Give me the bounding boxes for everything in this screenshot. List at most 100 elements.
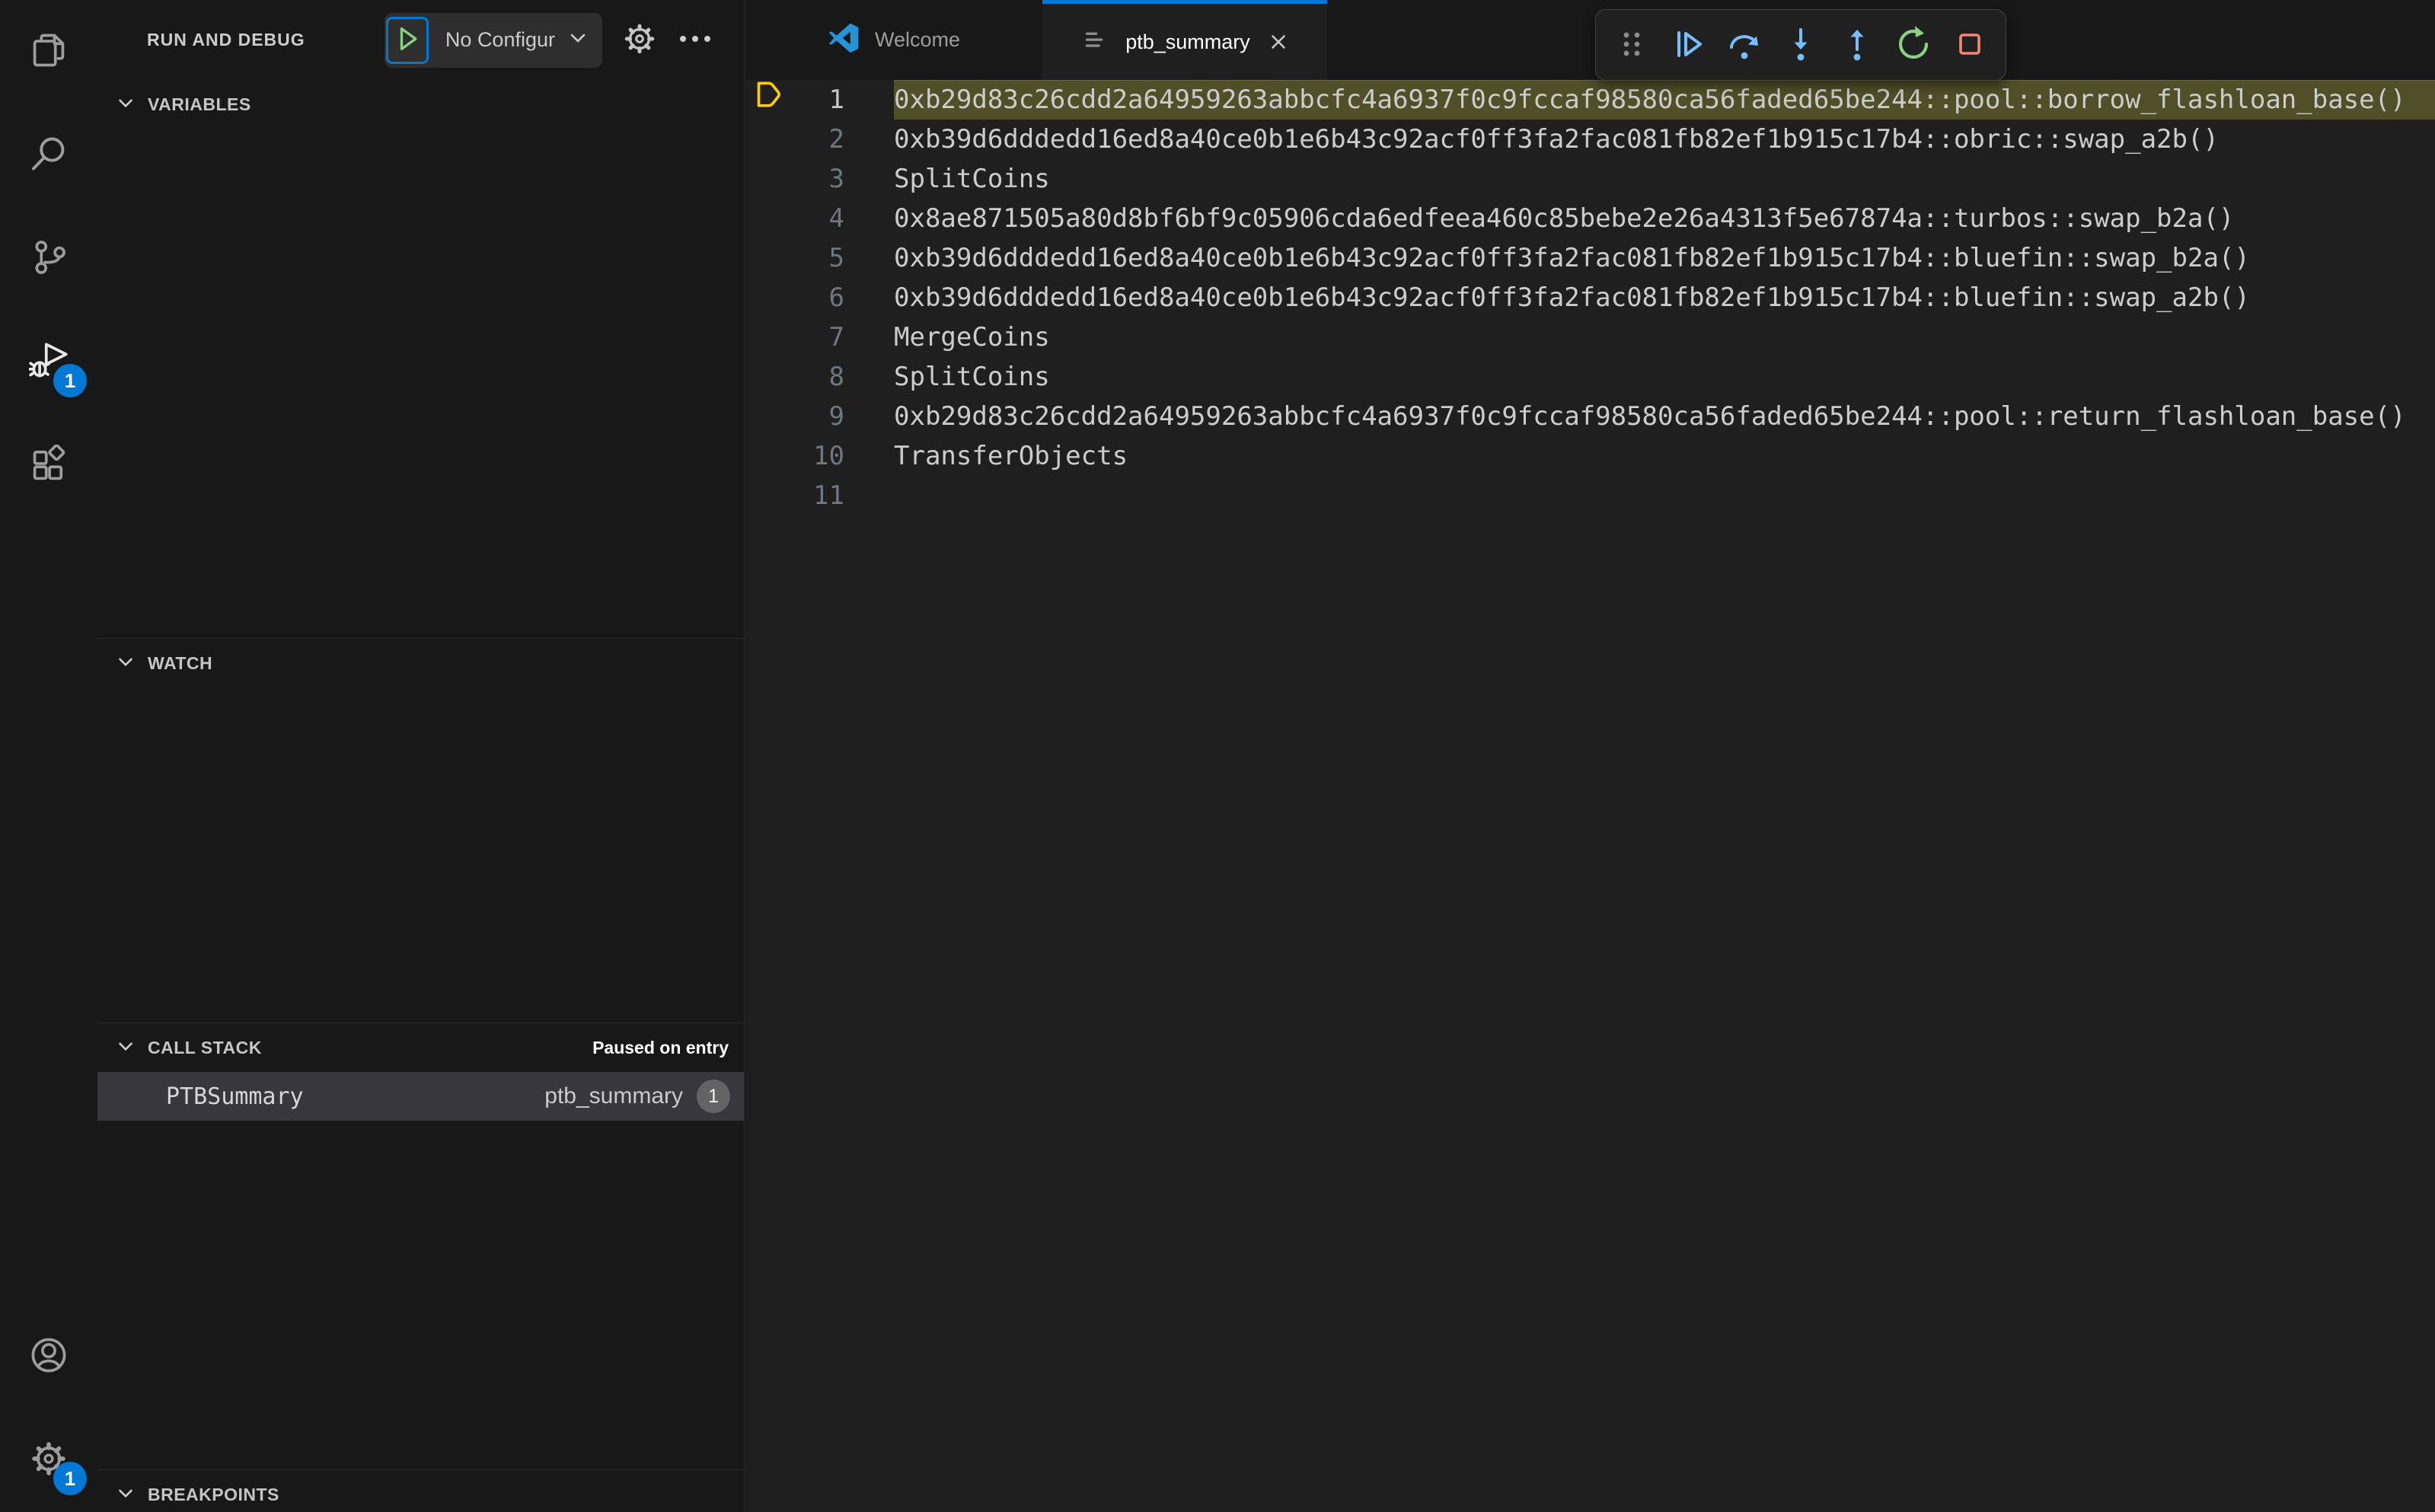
settings-button[interactable]: 1: [0, 1408, 97, 1512]
line-number: 5: [828, 243, 844, 273]
code-line-text: SplitCoins: [894, 362, 1050, 392]
accounts-button[interactable]: [0, 1305, 97, 1408]
line-number: 11: [813, 480, 844, 511]
gripper-icon: [1613, 26, 1650, 65]
code-lines-container: 1 0xb29d83c26cdd2a64959263abbcfc4a6937f0c…: [745, 80, 2435, 515]
extensions-icon: [29, 443, 69, 488]
watch-label: WATCH: [148, 652, 213, 673]
activity-bar-top: 1: [0, 0, 97, 518]
code-editor[interactable]: 1 0xb29d83c26cdd2a64959263abbcfc4a6937f0c…: [745, 80, 2435, 1512]
tab-label: ptb_summary: [1125, 30, 1250, 53]
line-number: 3: [828, 164, 844, 194]
debug-settings-gear-button[interactable]: [622, 21, 657, 59]
code-line[interactable]: 5 0xb39d6dddedd16ed8a40ce0b1e6b43c92acf0f…: [745, 238, 2435, 278]
call-stack-section: CALL STACK Paused on entry PTBSummary pt…: [97, 1022, 744, 1469]
code-line[interactable]: 10 TransferObjects: [745, 436, 2435, 476]
debug-badge: 1: [53, 364, 87, 397]
breakpoint-gutter[interactable]: [745, 80, 796, 120]
chevron-down-icon: [114, 91, 137, 118]
step-out-button[interactable]: [1838, 26, 1876, 64]
gutter-spacer: [844, 476, 894, 515]
call-stack-label: CALL STACK: [148, 1037, 262, 1057]
tab-ptb-summary[interactable]: ptb_summary: [1042, 0, 1327, 80]
debug-restart-icon: [1895, 25, 1932, 65]
debug-step-over-icon: [1726, 26, 1763, 65]
gutter-spacer: [844, 159, 894, 199]
paused-status-text: Paused on entry: [592, 1037, 729, 1057]
close-icon[interactable]: [1265, 29, 1291, 55]
debug-stop-icon: [1952, 26, 1988, 65]
line-number: 9: [828, 401, 844, 432]
gutter-spacer: [844, 317, 894, 357]
run-and-debug-sidebar: RUN AND DEBUG No Configur VARIABLES WATC…: [97, 0, 745, 1512]
watch-section-header[interactable]: WATCH: [97, 639, 744, 687]
vscode-logo-icon: [828, 22, 860, 58]
breakpoints-section-header[interactable]: BREAKPOINTS: [97, 1470, 744, 1512]
code-line-text: 0xb39d6dddedd16ed8a40ce0b1e6b43c92acf0ff…: [894, 282, 2250, 313]
code-line[interactable]: 3 SplitCoins: [745, 159, 2435, 199]
code-line[interactable]: 9 0xb29d83c26cdd2a64959263abbcfc4a6937f0c…: [745, 397, 2435, 436]
continue-button[interactable]: [1669, 26, 1707, 64]
debug-step-out-icon: [1839, 26, 1875, 65]
chevron-down-icon: [114, 650, 137, 677]
code-line[interactable]: 4 0x8ae871505a80d8bf6bf9c05906cda6edfeea4…: [745, 199, 2435, 238]
line-number: 4: [828, 203, 844, 234]
start-debug-button[interactable]: [385, 16, 429, 64]
frame-badge: 1: [697, 1080, 730, 1113]
frame-name: PTBSummary: [166, 1083, 304, 1110]
code-line[interactable]: 11: [745, 476, 2435, 515]
code-line[interactable]: 6 0xb39d6dddedd16ed8a40ce0b1e6b43c92acf0f…: [745, 278, 2435, 317]
gutter-spacer: [844, 120, 894, 159]
variables-section-header[interactable]: VARIABLES: [97, 80, 744, 129]
sidebar-item-extensions[interactable]: [0, 414, 97, 518]
list-icon: [1078, 24, 1110, 60]
breakpoint-gutter[interactable]: [745, 238, 796, 278]
sidebar-header: RUN AND DEBUG No Configur: [97, 0, 744, 80]
code-line[interactable]: 7 MergeCoins: [745, 317, 2435, 357]
line-number: 6: [828, 282, 844, 313]
code-line[interactable]: 8 SplitCoins: [745, 357, 2435, 397]
step-over-button[interactable]: [1725, 26, 1763, 64]
activity-bar-bottom: 1: [0, 1305, 97, 1512]
gutter-spacer: [844, 199, 894, 238]
code-line[interactable]: 2 0xb39d6dddedd16ed8a40ce0b1e6b43c92acf0f…: [745, 120, 2435, 159]
code-line-text: 0x8ae871505a80d8bf6bf9c05906cda6edfeea46…: [894, 203, 2235, 234]
code-line[interactable]: 1 0xb29d83c26cdd2a64959263abbcfc4a6937f0c…: [745, 80, 2435, 120]
breakpoint-gutter[interactable]: [745, 120, 796, 159]
breakpoint-gutter[interactable]: [745, 357, 796, 397]
call-stack-section-header[interactable]: CALL STACK Paused on entry: [97, 1023, 744, 1072]
breakpoint-gutter[interactable]: [745, 159, 796, 199]
step-into-button[interactable]: [1782, 26, 1820, 64]
views-more-actions-button[interactable]: [677, 21, 713, 59]
code-line-text: 0xb29d83c26cdd2a64959263abbcfc4a6937f0c9…: [894, 401, 2406, 432]
breakpoint-gutter[interactable]: [745, 476, 796, 515]
stop-button[interactable]: [1951, 26, 1989, 64]
code-line-text: 0xb39d6dddedd16ed8a40ce0b1e6b43c92acf0ff…: [894, 124, 2219, 155]
tab-welcome[interactable]: Welcome: [745, 0, 1042, 80]
breakpoint-gutter[interactable]: [745, 317, 796, 357]
sidebar-item-run-and-debug[interactable]: 1: [0, 311, 97, 414]
tab-label: Welcome: [874, 28, 961, 51]
debug-configuration-dropdown[interactable]: No Configur: [429, 27, 602, 53]
config-label: No Configur: [445, 28, 555, 51]
line-number: 2: [828, 124, 844, 155]
restart-button[interactable]: [1894, 25, 1932, 65]
sidebar-item-search[interactable]: [0, 104, 97, 207]
breakpoint-gutter[interactable]: [745, 199, 796, 238]
sidebar-title: RUN AND DEBUG: [147, 30, 305, 49]
line-number: 8: [828, 362, 844, 392]
search-icon: [29, 134, 69, 177]
chevron-down-icon: [567, 27, 589, 53]
sidebar-item-explorer[interactable]: [0, 0, 97, 104]
sidebar-item-source-control[interactable]: [0, 207, 97, 311]
settings-badge: 1: [53, 1462, 87, 1495]
variables-label: VARIABLES: [148, 94, 251, 114]
gear-icon: [622, 21, 657, 59]
current-line-pointer-icon: [752, 78, 791, 123]
toolbar-drag-handle[interactable]: [1613, 26, 1651, 64]
breakpoint-gutter[interactable]: [745, 436, 796, 476]
call-stack-frame-row[interactable]: PTBSummary ptb_summary 1: [97, 1072, 744, 1121]
account-icon: [29, 1335, 69, 1379]
breakpoint-gutter[interactable]: [745, 278, 796, 317]
breakpoint-gutter[interactable]: [745, 397, 796, 436]
